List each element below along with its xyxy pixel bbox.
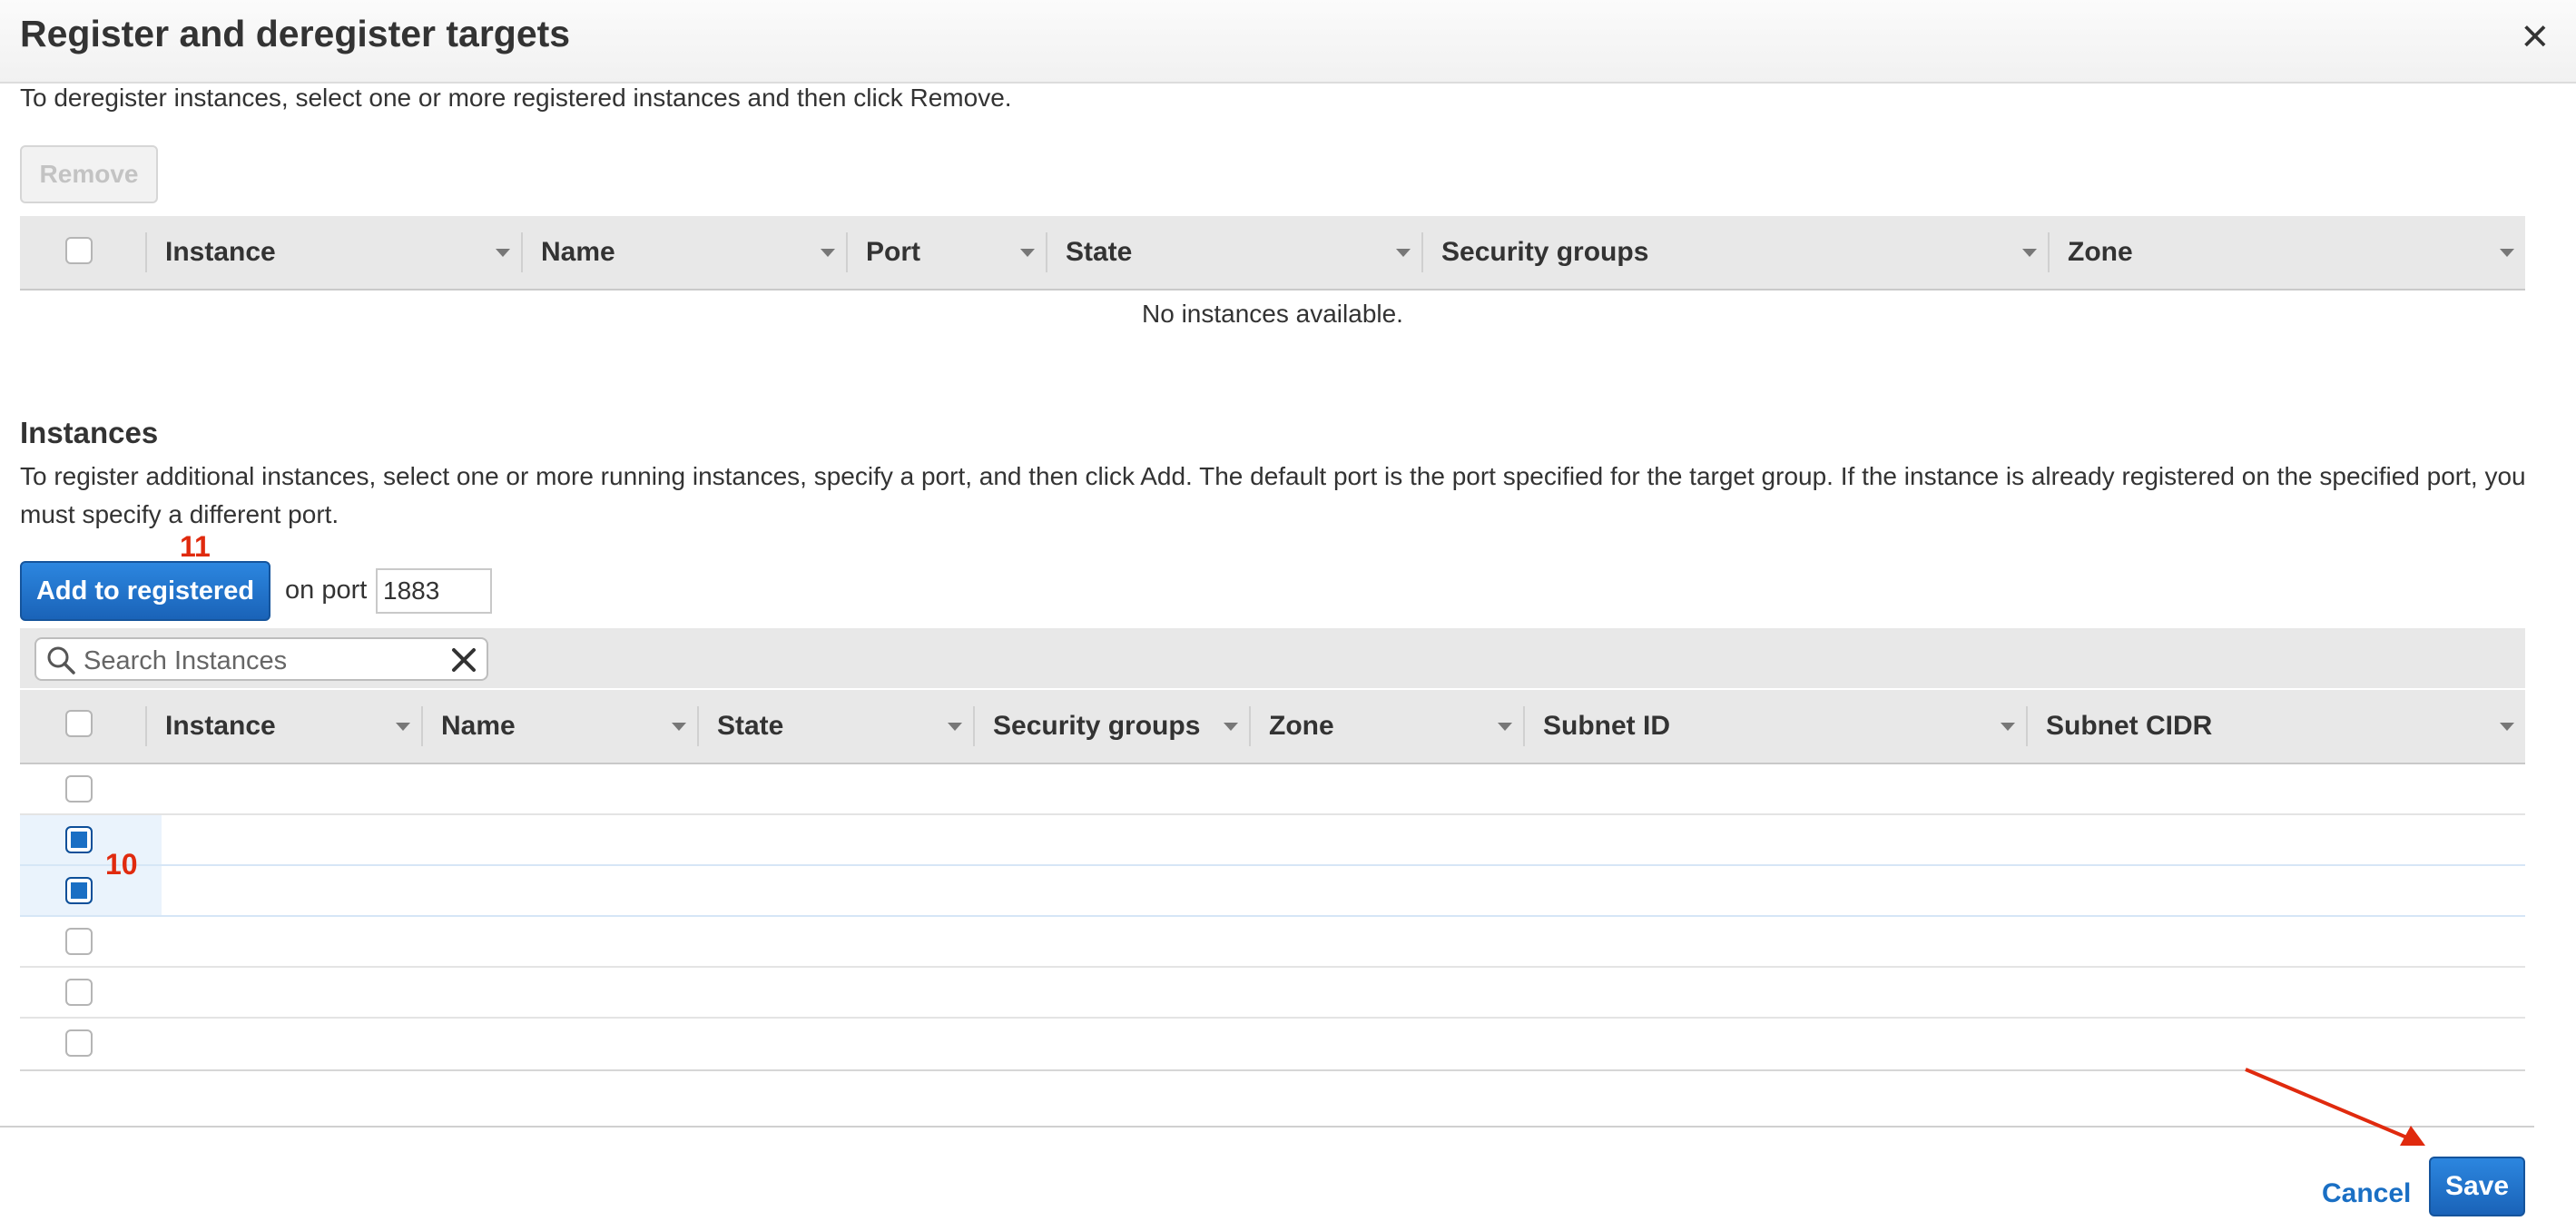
row-checkbox[interactable] <box>65 979 93 1006</box>
column-label: Name <box>441 711 516 741</box>
row-content <box>162 815 2525 864</box>
column-label: State <box>717 711 784 741</box>
column-label: Subnet CIDR <box>2046 711 2213 741</box>
column-separator <box>1249 706 1251 746</box>
sort-caret-icon <box>2500 723 2514 731</box>
registered-col-security-groups[interactable]: Security groups <box>1421 216 2048 289</box>
add-to-registered-button[interactable]: Add to registered <box>20 561 270 621</box>
on-port-label: on port <box>285 576 368 605</box>
save-button[interactable]: Save <box>2429 1157 2525 1216</box>
instances-select-all-checkbox[interactable] <box>65 710 93 737</box>
table-row[interactable] <box>20 917 2525 968</box>
step-annotation-10: 10 <box>105 848 138 881</box>
instances-col-state[interactable]: State <box>697 690 973 763</box>
column-label: Subnet ID <box>1543 711 1670 741</box>
column-label: Zone <box>2068 237 2133 267</box>
cancel-button[interactable]: Cancel <box>2322 1178 2411 1209</box>
sort-caret-icon <box>396 723 410 731</box>
registered-col-instance[interactable]: Instance <box>145 216 521 289</box>
column-separator <box>145 706 147 746</box>
pointer-arrow-icon <box>2245 1068 2425 1146</box>
sort-caret-icon <box>1498 723 1512 731</box>
table-row[interactable] <box>20 1019 2525 1071</box>
column-label: Security groups <box>1441 237 1649 267</box>
instances-col-security-groups[interactable]: Security groups <box>973 690 1249 763</box>
registered-col-zone[interactable]: Zone <box>2048 216 2525 289</box>
table-row[interactable] <box>20 764 2525 815</box>
search-box <box>34 637 488 681</box>
sort-caret-icon <box>496 249 510 257</box>
step-annotation-11: 11 <box>180 530 211 563</box>
deregister-instruction: To deregister instances, select one or m… <box>20 84 1012 112</box>
column-separator <box>1046 232 1047 272</box>
column-separator <box>697 706 699 746</box>
sort-caret-icon <box>1020 249 1035 257</box>
column-label: Zone <box>1269 711 1334 741</box>
table-row[interactable] <box>20 866 2525 917</box>
search-bar <box>20 628 2525 688</box>
row-content <box>162 968 2525 1017</box>
table-row[interactable] <box>20 815 2525 866</box>
instances-col-subnet-id[interactable]: Subnet ID <box>1523 690 2026 763</box>
row-content <box>162 1019 2525 1068</box>
row-checkbox[interactable] <box>65 1029 93 1057</box>
registered-col-port[interactable]: Port <box>846 216 1046 289</box>
registered-select-all-checkbox[interactable] <box>65 237 93 264</box>
instances-table-header: Instance Name State Security groups Zone… <box>20 690 2525 764</box>
row-content <box>162 866 2525 915</box>
sort-caret-icon <box>672 723 686 731</box>
row-content <box>162 764 2525 813</box>
search-icon <box>47 646 75 675</box>
dialog-header: Register and deregister targets × <box>0 0 2576 84</box>
footer-divider <box>0 1126 2534 1128</box>
instances-section-title: Instances <box>20 416 159 449</box>
column-separator <box>846 232 848 272</box>
instances-col-instance[interactable]: Instance <box>145 690 421 763</box>
column-label: Instance <box>165 237 276 267</box>
sort-caret-icon <box>948 723 962 731</box>
empty-table-message: No instances available. <box>1142 300 1403 328</box>
sort-caret-icon <box>2001 723 2015 731</box>
instances-description: To register additional instances, select… <box>20 462 2526 528</box>
column-label: Instance <box>165 711 276 741</box>
row-checkbox[interactable] <box>65 877 93 904</box>
close-icon[interactable]: × <box>2522 13 2549 60</box>
column-separator <box>2048 232 2050 272</box>
column-separator <box>973 706 975 746</box>
sort-caret-icon <box>2500 249 2514 257</box>
dialog-title: Register and deregister targets <box>20 13 571 54</box>
sort-caret-icon <box>821 249 835 257</box>
registered-table-header: Instance Name Port State Security groups… <box>20 216 2525 291</box>
column-label: Port <box>866 237 920 267</box>
column-separator <box>145 232 147 272</box>
search-input[interactable] <box>82 645 430 677</box>
row-checkbox[interactable] <box>65 775 93 803</box>
instances-col-subnet-cidr[interactable]: Subnet CIDR <box>2026 690 2525 763</box>
column-separator <box>521 232 523 272</box>
column-label: State <box>1066 237 1133 267</box>
registered-col-name[interactable]: Name <box>521 216 846 289</box>
column-label: Name <box>541 237 615 267</box>
table-row[interactable] <box>20 968 2525 1019</box>
column-separator <box>1523 706 1525 746</box>
column-label: Security groups <box>993 711 1201 741</box>
column-separator <box>2026 706 2028 746</box>
row-checkbox[interactable] <box>65 928 93 955</box>
row-checkbox[interactable] <box>65 826 93 853</box>
sort-caret-icon <box>2022 249 2037 257</box>
row-content <box>162 917 2525 966</box>
instances-col-zone[interactable]: Zone <box>1249 690 1523 763</box>
port-input[interactable] <box>376 568 492 614</box>
sort-caret-icon <box>1396 249 1411 257</box>
column-separator <box>1421 232 1423 272</box>
registered-col-state[interactable]: State <box>1046 216 1421 289</box>
clear-search-icon[interactable] <box>450 646 477 674</box>
remove-button[interactable]: Remove <box>20 145 158 203</box>
instances-col-name[interactable]: Name <box>421 690 697 763</box>
sort-caret-icon <box>1224 723 1238 731</box>
column-separator <box>421 706 423 746</box>
